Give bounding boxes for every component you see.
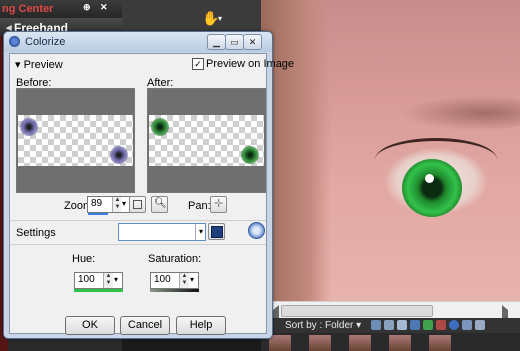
hue-label: Hue: bbox=[72, 253, 96, 265]
hue-value: 100 bbox=[78, 274, 95, 285]
floppy-disk-icon bbox=[211, 226, 223, 238]
tool-icon[interactable] bbox=[436, 320, 446, 330]
minimize-button[interactable]: ▁ bbox=[207, 34, 226, 50]
thumbnail[interactable] bbox=[309, 335, 331, 351]
pan-label: Pan: bbox=[188, 200, 211, 212]
before-preview bbox=[16, 88, 135, 193]
panel-tab[interactable]: ng Center ⊕ ✕ bbox=[0, 0, 122, 18]
tool-icon[interactable] bbox=[475, 320, 485, 330]
hue-stepper[interactable]: 100 ▲ ▼ bbox=[74, 272, 114, 289]
saturation-dropdown[interactable]: ▾ bbox=[189, 272, 199, 289]
thumbnail[interactable] bbox=[349, 335, 371, 351]
settings-combobox[interactable]: ▾ bbox=[118, 223, 206, 241]
eyebrow bbox=[401, 95, 520, 131]
organizer-bar: Sort by : Folder ▾ bbox=[261, 318, 520, 351]
hue-spin-icon[interactable]: ▲ ▼ bbox=[103, 273, 113, 288]
fit-icon bbox=[133, 200, 142, 209]
photo-canvas[interactable] bbox=[261, 0, 520, 318]
scroll-thumb[interactable] bbox=[281, 305, 433, 317]
folder-dropdown-label: Folder bbox=[325, 320, 354, 331]
maximize-button[interactable]: ▭ bbox=[225, 34, 244, 50]
colorize-dialog: Colorize ▁ ▭ ✕ ▾ Preview ✓ Preview on Im… bbox=[3, 31, 294, 339]
pan-button[interactable]: ✛ bbox=[210, 196, 227, 213]
close-button[interactable]: ✕ bbox=[243, 34, 262, 50]
dialog-titlebar[interactable]: Colorize ▁ ▭ ✕ bbox=[4, 32, 272, 52]
save-preset-button[interactable] bbox=[208, 223, 225, 240]
folder-dropdown[interactable]: Folder ▾ bbox=[325, 320, 361, 331]
tool-icon[interactable] bbox=[410, 320, 420, 330]
close-icon[interactable]: ✕ bbox=[100, 2, 108, 13]
separator bbox=[10, 244, 266, 245]
horizontal-scrollbar[interactable] bbox=[261, 301, 520, 318]
after-eye-swatch bbox=[151, 118, 169, 136]
tool-icon[interactable] bbox=[462, 320, 472, 330]
dialog-body: ▾ Preview ✓ Preview on Image Before: Aft… bbox=[9, 53, 294, 335]
thumbnail[interactable] bbox=[389, 335, 411, 351]
before-eye-swatch bbox=[20, 118, 38, 136]
thumbnail[interactable] bbox=[429, 335, 451, 351]
after-preview bbox=[147, 88, 266, 193]
ok-button[interactable]: OK bbox=[65, 316, 115, 335]
panel-tab-title: ng Center bbox=[2, 3, 54, 15]
help-button[interactable]: Help bbox=[176, 316, 226, 335]
tool-icon[interactable] bbox=[371, 320, 381, 330]
chevron-down-icon[interactable]: ▾ bbox=[218, 14, 222, 23]
zoom-magnifier-button[interactable]: 🔍︎ bbox=[151, 196, 168, 213]
saturation-bar[interactable] bbox=[150, 289, 199, 292]
hue-color-bar[interactable] bbox=[74, 289, 123, 292]
cancel-button[interactable]: Cancel bbox=[120, 316, 170, 335]
tool-icon[interactable] bbox=[397, 320, 407, 330]
hand-icon[interactable]: ✋ bbox=[202, 10, 219, 27]
tool-icon[interactable] bbox=[384, 320, 394, 330]
dialog-app-icon bbox=[9, 36, 20, 47]
zoom-value: 89 bbox=[91, 198, 103, 209]
saturation-spin-icon[interactable]: ▲ ▼ bbox=[179, 273, 189, 288]
organizer-toolbar bbox=[371, 320, 517, 331]
chevron-down-icon: ▾ bbox=[190, 275, 195, 284]
thumbnail[interactable] bbox=[269, 335, 291, 351]
reset-button[interactable] bbox=[248, 222, 265, 239]
scroll-right-arrow-icon[interactable] bbox=[502, 305, 518, 318]
pan-cross-icon: ✛ bbox=[214, 198, 224, 210]
pin-icon[interactable]: ⊕ bbox=[83, 2, 91, 13]
hue-dropdown[interactable]: ▾ bbox=[113, 272, 123, 289]
preview-toggle[interactable]: ▾ Preview bbox=[15, 58, 63, 71]
after-eye-swatch bbox=[241, 146, 259, 164]
info-icon[interactable] bbox=[449, 320, 459, 330]
chevron-down-icon[interactable]: ▾ bbox=[195, 224, 206, 240]
zoom-fit-button[interactable] bbox=[129, 196, 146, 213]
preview-on-image-checkbox[interactable]: ✓ bbox=[192, 58, 204, 70]
saturation-label: Saturation: bbox=[148, 253, 202, 265]
saturation-value: 100 bbox=[154, 274, 171, 285]
zoom-slider-bar[interactable] bbox=[88, 213, 108, 215]
sort-bar: Sort by : Folder ▾ bbox=[261, 318, 520, 333]
settings-label: Settings bbox=[16, 227, 56, 239]
saturation-stepper[interactable]: 100 ▲ ▼ bbox=[150, 272, 190, 289]
tool-icon[interactable] bbox=[423, 320, 433, 330]
green-iris bbox=[402, 159, 462, 217]
iris-highlight bbox=[425, 174, 434, 183]
dialog-title: Colorize bbox=[25, 36, 66, 48]
chevron-down-icon: ▾ bbox=[122, 199, 127, 208]
preview-on-image-label: Preview on Image bbox=[206, 58, 295, 70]
before-eye-swatch bbox=[110, 146, 128, 164]
separator bbox=[10, 220, 266, 221]
zoom-stepper[interactable]: 89 ▲ ▼ bbox=[87, 196, 123, 215]
magnifier-icon: 🔍︎ bbox=[154, 198, 167, 209]
chevron-down-icon: ▾ bbox=[114, 275, 119, 284]
preview-section-label: Preview bbox=[23, 59, 63, 71]
thumbnail-strip bbox=[261, 333, 520, 351]
sort-by-label: Sort by : bbox=[285, 320, 323, 331]
